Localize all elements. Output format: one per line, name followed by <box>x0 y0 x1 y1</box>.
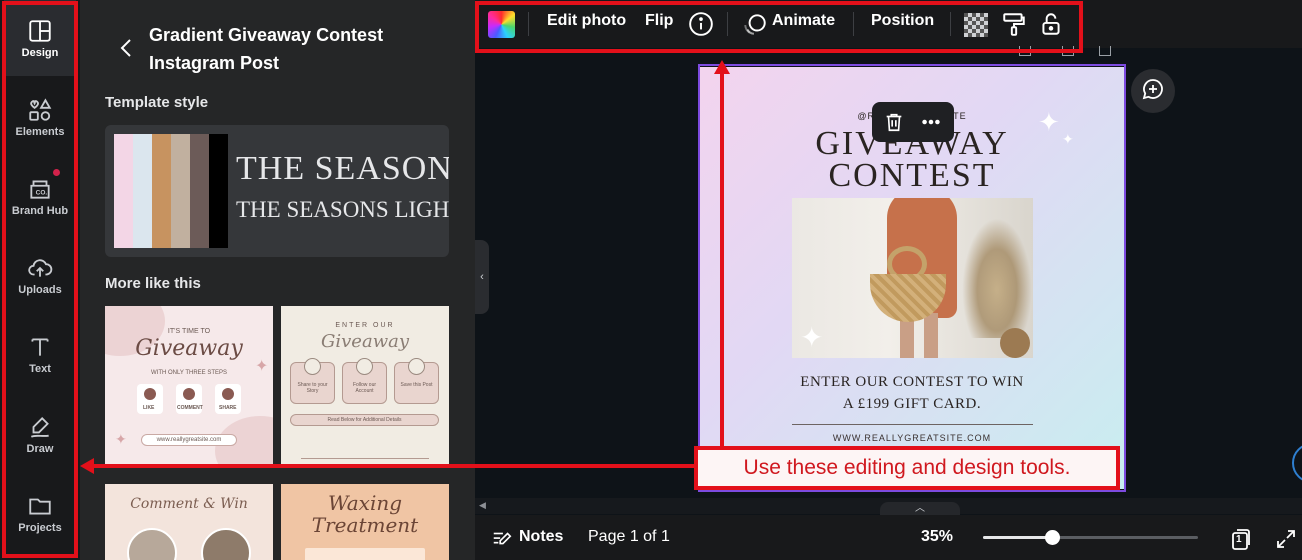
zoom-slider-knob[interactable] <box>1045 530 1060 545</box>
annotation-arrow-up <box>720 72 724 448</box>
like-icon <box>144 388 156 400</box>
template-style-heading: Template style <box>105 94 209 111</box>
color-swatch <box>171 134 190 248</box>
photo-circle <box>127 528 177 560</box>
style-font-heading: THE SEASON <box>236 150 449 187</box>
collapse-panel-button[interactable]: ‹ <box>475 240 489 314</box>
style-font-body: THE SEASONS LIGHT <box>236 197 449 222</box>
page-count: 1 <box>1236 534 1242 545</box>
sparkle-icon: ✦ <box>255 358 269 375</box>
zoom-percentage[interactable]: 35% <box>921 528 953 546</box>
more-like-this-heading: More like this <box>105 275 201 292</box>
color-swatch <box>190 134 209 248</box>
annotation-arrowhead <box>714 60 730 74</box>
canva-editor: Design Elements CO. Brand Hub Uploads Te… <box>0 0 1302 560</box>
template-thumbnail-waxing[interactable]: Waxing Treatment <box>281 484 449 560</box>
add-comment-button[interactable] <box>1131 69 1175 113</box>
annotation-highlight-sidebar <box>2 1 78 558</box>
page-handle <box>1099 46 1111 56</box>
comment-plus-icon <box>1141 77 1165 106</box>
photo-circle <box>201 528 251 560</box>
photo-strip <box>305 548 425 560</box>
element-context-toolbar <box>872 102 954 142</box>
thumb-note: Read Below for Additional Details <box>327 417 402 423</box>
template-thumbnail-enter-giveaway[interactable]: ENTER OUR Giveaway Share to your Story F… <box>281 306 449 468</box>
scroll-left-icon[interactable]: ◀ <box>479 500 486 511</box>
step-label: Share to your Story <box>297 382 328 394</box>
page-indicator[interactable]: Page 1 of 1 <box>588 528 670 546</box>
color-swatch <box>152 134 171 248</box>
step-label: LIKE <box>143 405 155 411</box>
annotation-arrowhead <box>80 458 94 474</box>
annotation-arrow-left <box>92 464 697 468</box>
color-swatch <box>133 134 152 248</box>
assistant-button[interactable] <box>1292 443 1302 483</box>
thumb-title: Giveaway <box>135 336 243 361</box>
step-label: Follow our Account <box>352 382 377 394</box>
zoom-slider-fill <box>983 536 1052 539</box>
annotation-callout: Use these editing and design tools. <box>694 446 1120 490</box>
divider <box>301 458 429 459</box>
save-icon <box>408 358 425 375</box>
step-label: COMMENT <box>177 405 203 411</box>
template-title: Gradient Giveaway Contest Instagram Post <box>149 25 384 73</box>
step-label: Save this Post <box>400 382 433 388</box>
send-icon <box>304 358 321 375</box>
notes-button[interactable]: Notes <box>519 528 563 546</box>
thumb-url: www.reallygreatsite.com <box>156 437 222 443</box>
share-icon <box>222 388 234 400</box>
template-thumbnail-comment-win[interactable]: Comment & Win <box>105 484 273 560</box>
step-label: SHARE <box>219 405 237 411</box>
thumb-steps: WITH ONLY THREE STEPS <box>150 370 227 376</box>
notes-icon <box>491 528 513 550</box>
comment-icon <box>183 388 195 400</box>
thumb-title: Giveaway <box>321 331 409 352</box>
thumb-title: Waxing Treatment <box>311 491 419 537</box>
template-style-card[interactable]: THE SEASON THE SEASONS LIGHT <box>105 125 449 257</box>
follow-icon <box>356 358 373 375</box>
color-swatch <box>114 134 133 248</box>
trash-icon[interactable] <box>883 111 905 133</box>
fullscreen-icon[interactable] <box>1274 527 1298 551</box>
more-options-icon[interactable] <box>920 111 942 133</box>
thumb-title: Comment & Win <box>130 496 248 512</box>
color-swatches <box>114 134 228 248</box>
annotation-highlight-toolbar <box>475 1 1083 53</box>
back-chevron-icon[interactable] <box>118 37 134 59</box>
template-thumbnail-giveaway-steps[interactable]: IT'S TIME TO Giveaway WITH ONLY THREE ST… <box>105 306 273 468</box>
thumb-kicker: ENTER OUR <box>335 322 395 329</box>
sparkle-icon: ✦ <box>115 431 127 447</box>
thumb-kicker: IT'S TIME TO <box>167 328 211 335</box>
color-swatch <box>209 134 228 248</box>
